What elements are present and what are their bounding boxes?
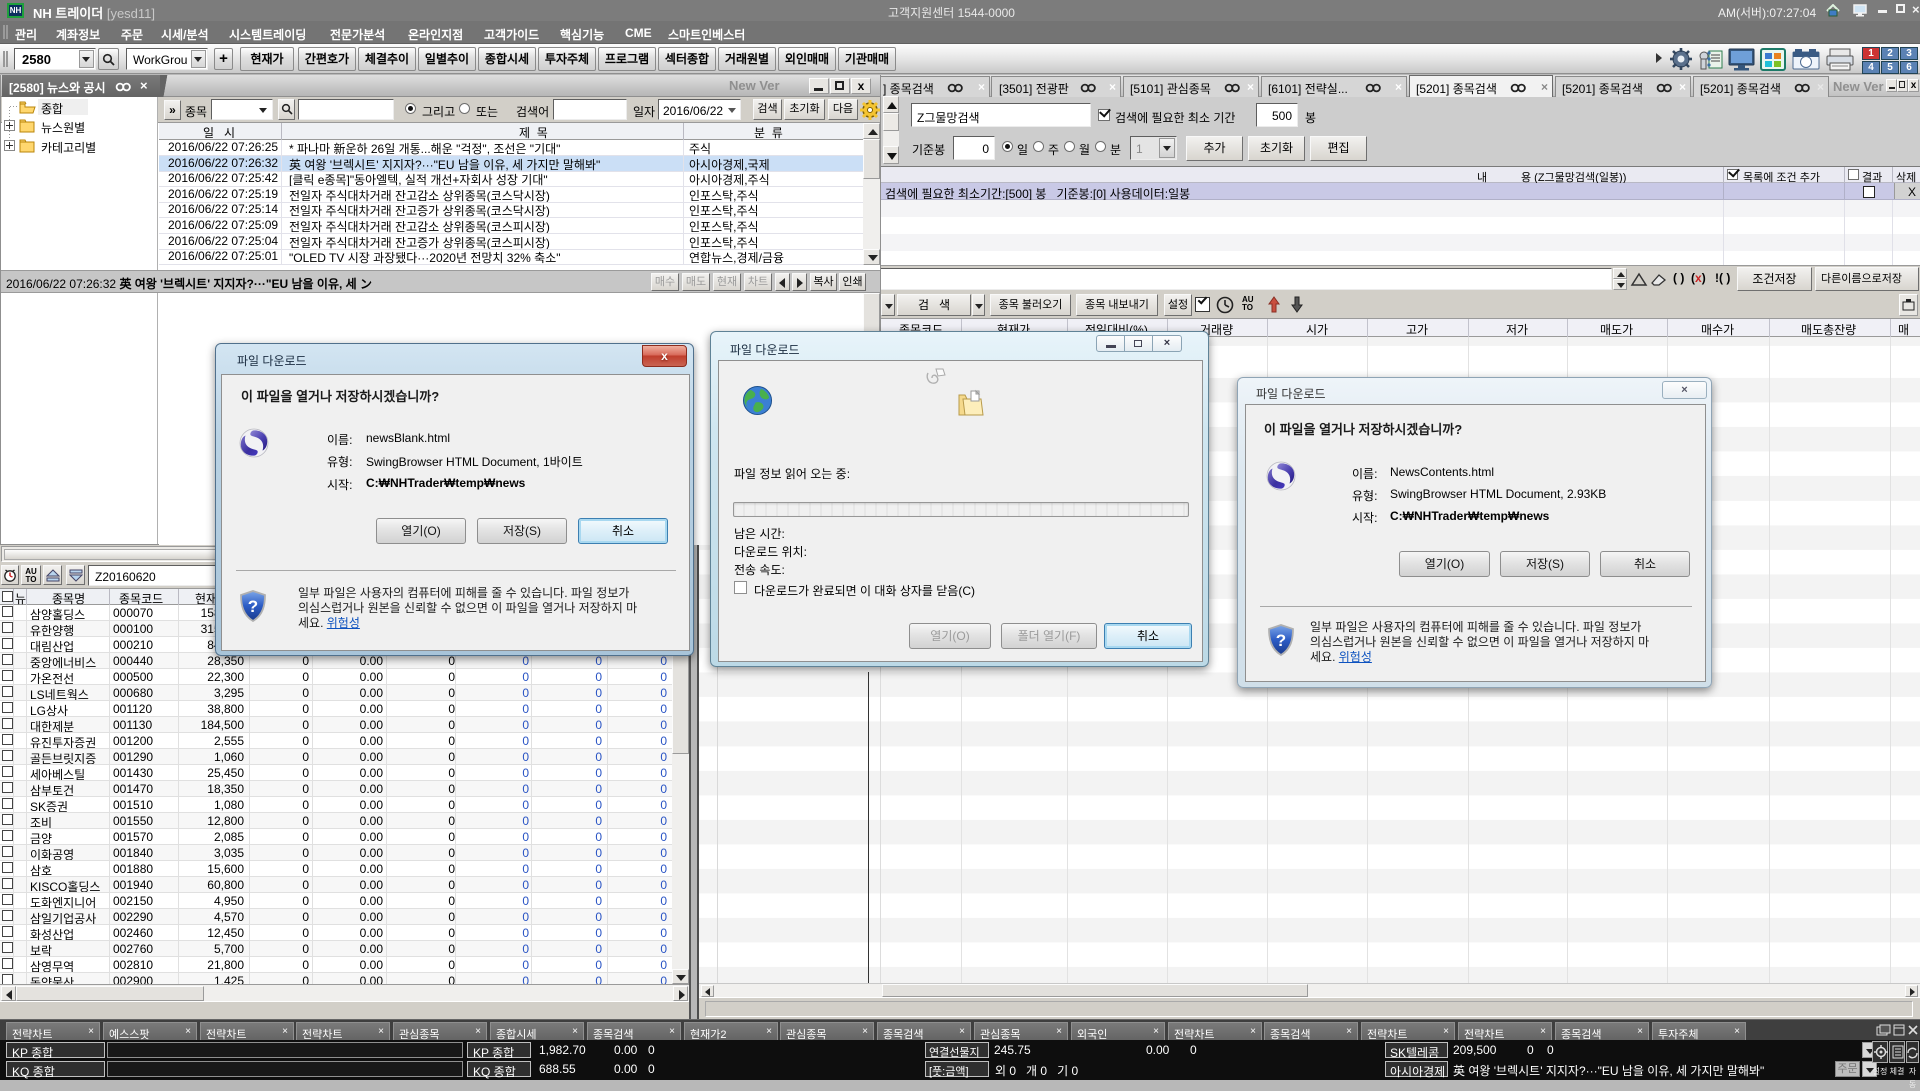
svg-text:?: ?: [1276, 631, 1286, 650]
svg-text:?: ?: [248, 597, 258, 616]
